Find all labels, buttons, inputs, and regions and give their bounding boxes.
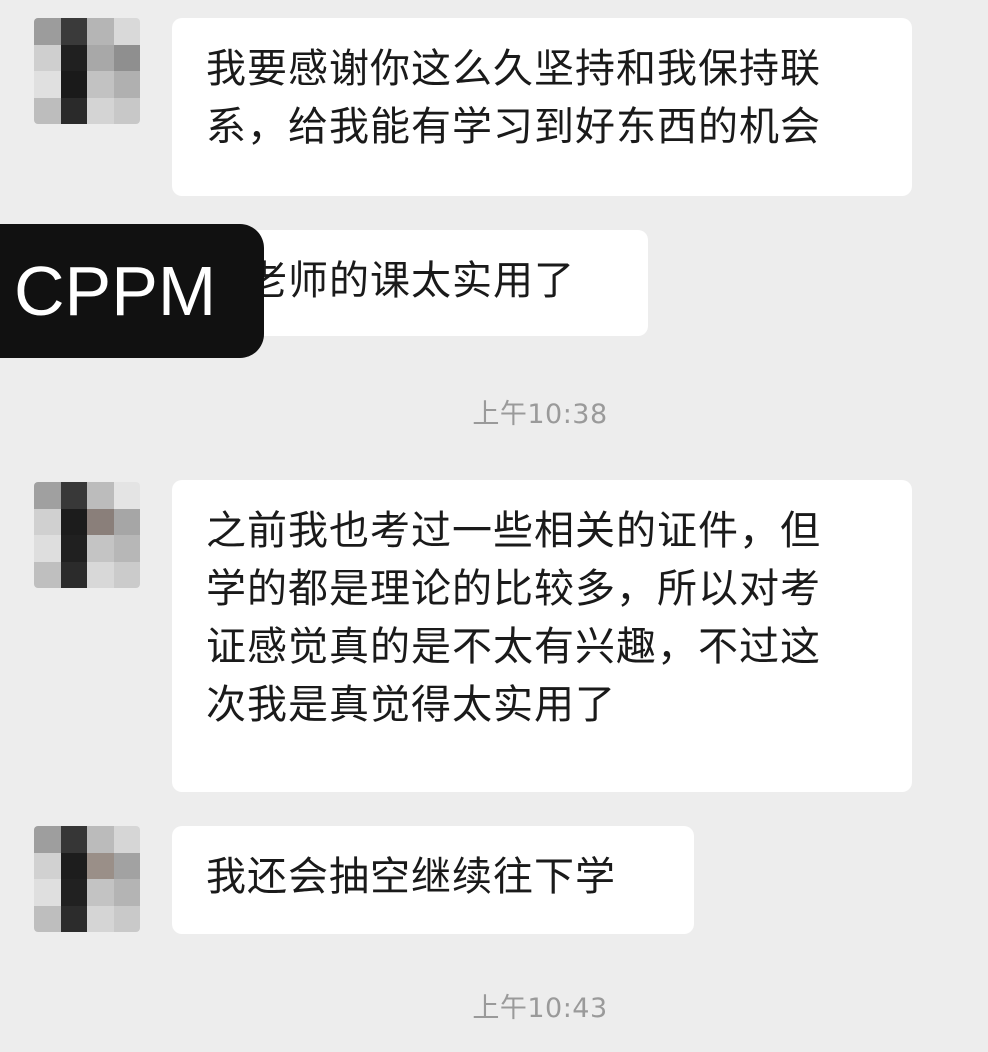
avatar-pixel [113,905,140,932]
avatar-pixel [34,97,61,124]
avatar-pixel [113,71,140,98]
message-text-line: 我还会抽空继续往下学 [206,854,616,900]
avatar-pixel [87,535,114,562]
avatar-pixel [60,508,87,535]
avatar[interactable] [34,826,140,932]
avatar-pixel [87,561,114,588]
avatar-pixel [34,508,61,535]
message-bubble[interactable]: 我还会抽空继续往下学 [172,826,694,934]
avatar-pixel [60,44,87,71]
avatar-pixel [34,18,61,45]
message-text-line: 都老师的课太实用了 [206,258,575,304]
timestamp: 上午10:43 [472,993,608,1024]
avatar-pixel [34,879,61,906]
avatar-pixel [87,97,114,124]
message-text-line: 之前我也考过一些相关的证件，但 [206,508,821,554]
avatar-pixel [87,508,114,535]
avatar-pixel [60,561,87,588]
avatar[interactable] [34,482,140,588]
avatar-pixel [87,879,114,906]
avatar-pixel [113,482,140,509]
message-bubble[interactable]: 我要感谢你这么久坚持和我保持联 系，给我能有学习到好东西的机会 [172,18,912,196]
avatar-pixel [34,482,61,509]
message-text-line: 学的都是理论的比较多，所以对考 [206,566,821,612]
avatar-pixel [60,97,87,124]
avatar-pixel [34,561,61,588]
avatar-pixel [60,71,87,98]
avatar-pixel [87,18,114,45]
avatar-pixel [34,852,61,879]
avatar-pixel [113,561,140,588]
avatar-pixel [87,826,114,853]
avatar-pixel [60,905,87,932]
avatar-pixel [113,18,140,45]
avatar-pixel [60,879,87,906]
avatar-pixel [87,852,114,879]
watermark-label: CPPM [0,224,264,358]
avatar-pixel [113,508,140,535]
avatar-pixel [60,482,87,509]
avatar-pixel [60,852,87,879]
avatar-pixel [60,18,87,45]
message-bubble[interactable]: 之前我也考过一些相关的证件，但 学的都是理论的比较多，所以对考 证感觉真的是不太… [172,480,912,792]
avatar-pixel [113,97,140,124]
timestamp: 上午10:38 [472,399,608,430]
message-text-line: 我要感谢你这么久坚持和我保持联 [206,46,821,92]
avatar-pixel [113,535,140,562]
avatar-pixel [113,879,140,906]
avatar-pixel [113,44,140,71]
avatar-pixel [34,44,61,71]
avatar-pixel [34,826,61,853]
avatar-pixel [113,826,140,853]
avatar-pixel [34,535,61,562]
avatar-pixel [87,44,114,71]
avatar-pixel [60,535,87,562]
avatar-pixel [34,71,61,98]
message-text-line: 证感觉真的是不太有兴趣，不过这 [206,624,821,670]
avatar[interactable] [34,18,140,124]
avatar-pixel [34,905,61,932]
message-text-line: 系，给我能有学习到好东西的机会 [206,104,821,150]
message-text-line: 次我是真觉得太实用了 [206,682,616,728]
avatar-pixel [113,852,140,879]
avatar-pixel [87,905,114,932]
avatar-pixel [87,71,114,98]
avatar-pixel [87,482,114,509]
avatar-pixel [60,826,87,853]
